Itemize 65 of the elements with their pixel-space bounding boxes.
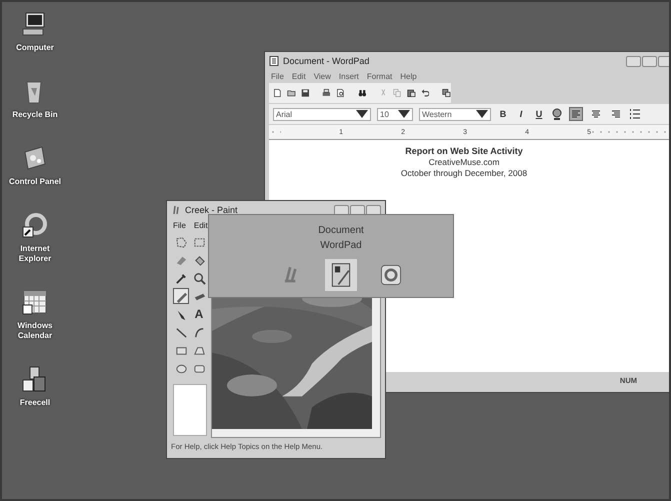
tool-button[interactable] bbox=[191, 270, 207, 286]
dropdown-arrow-icon bbox=[356, 108, 368, 120]
document-line: CreativeMuse.com bbox=[428, 157, 500, 168]
desktop-icon-label: Windows Calendar bbox=[16, 321, 54, 341]
minimize-button[interactable] bbox=[626, 56, 641, 66]
paint-bucket-icon bbox=[192, 254, 206, 266]
undo-icon[interactable] bbox=[420, 87, 430, 99]
tool-options-box bbox=[173, 384, 207, 436]
minimize-button[interactable] bbox=[334, 204, 349, 216]
window-title: Document - WordPad bbox=[283, 56, 370, 66]
menu-item[interactable]: File bbox=[173, 221, 186, 230]
close-button[interactable] bbox=[366, 204, 381, 216]
switcher-title: Document bbox=[318, 224, 364, 238]
font-dropdown[interactable]: Arial bbox=[273, 108, 371, 120]
align-left-button[interactable] bbox=[569, 107, 583, 121]
color-icon[interactable] bbox=[551, 108, 563, 120]
printer-icon[interactable] bbox=[322, 87, 331, 99]
curve-icon bbox=[192, 326, 206, 338]
brush-cup-icon bbox=[171, 205, 181, 215]
desktop-icon-label: Control Panel bbox=[8, 177, 61, 187]
dropdown-arrow-icon bbox=[398, 108, 410, 120]
italic-button[interactable]: I bbox=[515, 109, 527, 119]
menu-item[interactable]: File bbox=[271, 72, 284, 81]
underline-button[interactable]: U bbox=[533, 109, 545, 119]
desktop-icon-label: Computer bbox=[16, 43, 54, 53]
menu-item[interactable]: Help bbox=[400, 72, 417, 81]
print-preview-icon[interactable] bbox=[336, 87, 345, 99]
magnifier-icon bbox=[192, 272, 206, 284]
dashed-rectangle-icon bbox=[192, 236, 206, 248]
maximize-button[interactable] bbox=[642, 56, 657, 66]
bold-button[interactable]: B bbox=[497, 109, 509, 119]
switcher-subtitle: WordPad bbox=[320, 239, 362, 253]
line-icon bbox=[174, 326, 188, 338]
menu-item[interactable]: Edit bbox=[194, 221, 208, 230]
paste-icon[interactable] bbox=[406, 87, 416, 99]
desktop-icon-label: Internet Explorer bbox=[18, 244, 52, 264]
save-icon[interactable] bbox=[300, 87, 310, 99]
window-title: Creek - Paint bbox=[185, 205, 238, 215]
new-document-icon[interactable] bbox=[273, 87, 282, 99]
insert-object-icon[interactable] bbox=[442, 87, 451, 99]
menu-item[interactable]: View bbox=[314, 72, 331, 81]
bullets-icon[interactable] bbox=[629, 108, 641, 120]
menu-item[interactable]: Edit bbox=[292, 72, 306, 81]
script-dropdown[interactable]: Western bbox=[419, 108, 491, 120]
eyedropper-icon bbox=[174, 272, 188, 284]
horizontal-scrollbar[interactable] bbox=[212, 429, 380, 437]
align-left-icon bbox=[571, 109, 581, 119]
lasso-icon bbox=[174, 236, 188, 248]
tool-button[interactable]: A bbox=[191, 306, 207, 322]
document-line: October through December, 2008 bbox=[400, 168, 528, 179]
align-center-icon bbox=[591, 109, 601, 119]
desktop-icon-label: Freecell bbox=[20, 398, 50, 408]
tool-button[interactable] bbox=[173, 288, 189, 304]
desktop-icon-label: Recycle Bin bbox=[12, 110, 58, 120]
menu-item[interactable]: Insert bbox=[338, 72, 359, 81]
dropdown-arrow-icon bbox=[476, 108, 488, 120]
menu-item[interactable]: Format bbox=[366, 72, 392, 81]
document-line: Report on Web Site Activity bbox=[405, 146, 523, 157]
font-size-dropdown[interactable]: 10 bbox=[377, 108, 413, 120]
align-right-icon bbox=[611, 109, 621, 119]
binoculars-icon[interactable] bbox=[358, 87, 366, 99]
document-icon bbox=[269, 56, 279, 66]
maximize-button[interactable] bbox=[350, 204, 365, 216]
switcher-item[interactable] bbox=[325, 259, 357, 291]
close-button[interactable] bbox=[658, 56, 669, 66]
